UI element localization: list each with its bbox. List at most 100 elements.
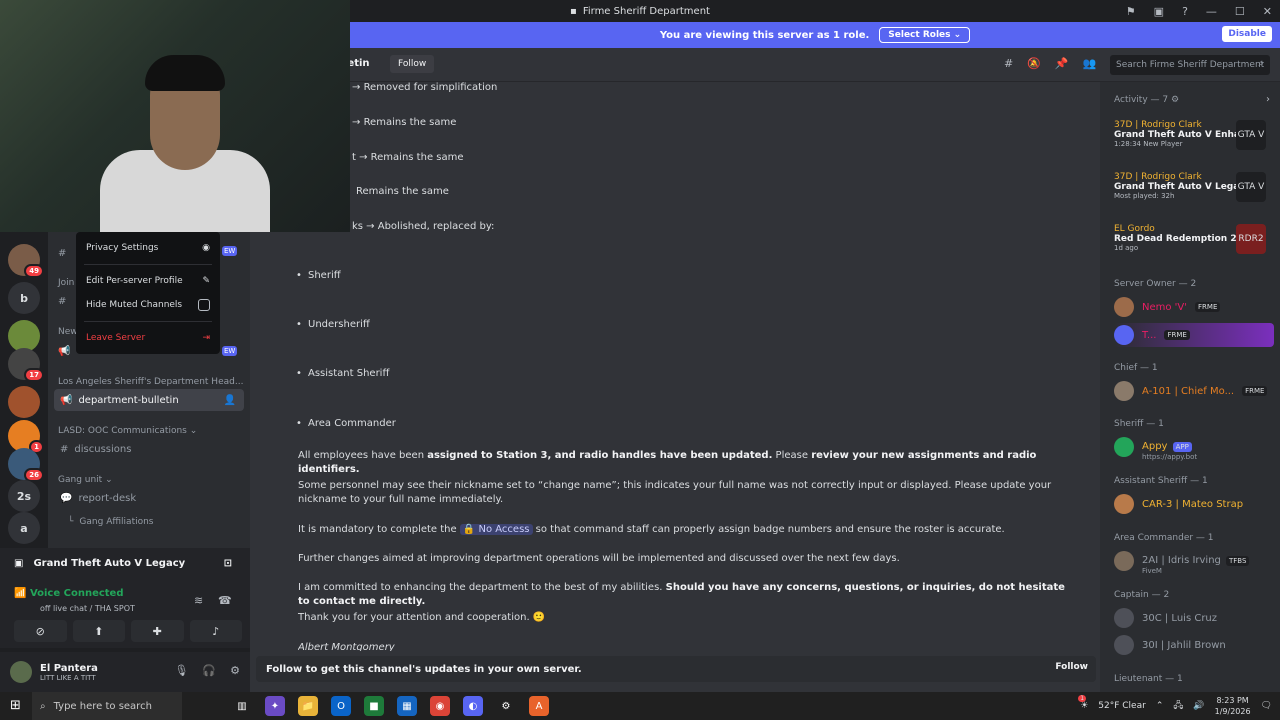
server-icon[interactable] [8,386,40,418]
avatar [1114,325,1134,345]
checkbox[interactable] [198,299,210,311]
task-view-icon[interactable]: ▥ [232,696,252,716]
close-button[interactable]: ✕ [1263,5,1272,18]
windows-start-icon[interactable]: ⊞ [10,698,21,713]
avatar[interactable] [10,661,32,683]
volume-icon[interactable]: 🔊 [1193,701,1204,711]
pin-icon[interactable]: 📌 [1055,57,1069,70]
avatar [1114,297,1134,317]
gear-icon[interactable]: ⚙ [230,664,240,677]
voice-connected[interactable]: 📶 Voice Connected [14,588,124,599]
minimize-button[interactable]: — [1206,5,1217,18]
channel-mention[interactable]: 🔒 No Access [459,524,533,535]
chevron-down-icon: ⌄ [953,30,962,40]
microphone-icon[interactable]: 🎙 [174,664,188,677]
server-icon[interactable]: a [8,512,40,544]
screen-share-button[interactable]: ⬆ [72,620,125,642]
message-paragraph: All employees have been assigned to Stat… [298,449,1078,477]
follow-bar-button[interactable]: Follow [1055,662,1088,672]
server-context-menu: Privacy Settings ◉ Edit Per-server Profil… [76,232,220,354]
member-item[interactable]: A-101 | Chief Mo... FRME [1114,379,1274,403]
weather-text[interactable]: 52°F Clear [1098,701,1146,711]
notification-icon[interactable]: 🗨 [1261,701,1272,711]
server-icon[interactable]: 17 [8,348,44,382]
add-member-icon[interactable]: 👤 [224,395,236,406]
select-roles-button[interactable]: Select Roles ⌄ [879,27,971,43]
disconnect-icon[interactable]: ☎ [218,594,232,607]
server-tag: FRME [1195,302,1221,312]
voice-location[interactable]: off live chat / THA SPOT [40,604,135,613]
inbox-icon[interactable]: ⚑ [1126,5,1136,18]
weather-icon[interactable]: ☀ 1 [1078,695,1088,711]
help-icon[interactable]: ? [1182,5,1188,18]
activity-icon[interactable]: ⊡ [224,558,232,569]
thread-gang-affiliations[interactable]: └ Gang Affiliations [54,511,244,533]
members-icon[interactable]: 👥 [1083,57,1097,70]
activity-card[interactable]: 37D | Rodrigo Clark Grand Theft Auto V L… [1114,172,1266,216]
channel-department-bulletin[interactable]: 📢 department-bulletin 👤 [54,389,244,411]
clock[interactable]: 8:23 PM 1/9/2026 [1215,695,1251,717]
channel-discussions[interactable]: # discussions [54,438,244,460]
chevron-right-icon[interactable]: › [1266,94,1270,105]
menu-privacy-settings[interactable]: Privacy Settings ◉ [76,236,220,260]
network-icon[interactable]: 🖧 [1173,698,1183,714]
noise-suppression-icon[interactable]: ≋ [194,594,203,607]
taskbar-search[interactable]: ⌕ Type here to search [32,692,182,720]
chrome-icon[interactable]: ◉ [430,696,450,716]
text: All employees have been [298,450,428,461]
calculator-icon[interactable]: ▦ [397,696,417,716]
outlook-icon[interactable]: O [331,696,351,716]
screen-icon[interactable]: ▣ [1154,5,1164,18]
menu-hide-muted[interactable]: Hide Muted Channels [76,293,220,317]
list-item: Undersheriff [296,319,370,330]
chevron-up-icon[interactable]: ⌃ [1156,701,1164,711]
xbox-icon[interactable]: ■ [364,696,384,716]
server-icon[interactable]: 49 [8,244,44,278]
copilot-icon[interactable]: ✦ [265,696,285,716]
windows-taskbar: ⊞ ⌕ Type here to search ▥ ✦ 📁 O ■ ▦ ◉ ◐ ⚙… [0,692,1280,720]
member-item[interactable]: Nemo 'V' FRME [1114,295,1274,319]
role-header: Area Commander — 1 [1114,533,1214,543]
megaphone-icon: 📢 [60,394,73,406]
text: Undersheriff [308,319,370,330]
menu-edit-profile[interactable]: Edit Per-server Profile ✎ [76,269,220,293]
server-icon[interactable]: 26 [8,448,44,482]
search-input[interactable]: Search Firme Sheriff Department ⌕ [1110,55,1270,75]
server-icon[interactable]: 2s [8,480,40,512]
discord-icon[interactable]: ◐ [463,696,483,716]
soundboard-button[interactable]: ♪ [189,620,242,642]
date: 1/9/2026 [1214,707,1251,716]
headphones-icon[interactable]: 🎧 [202,664,216,677]
category-gang-unit[interactable]: Gang unit ⌄ [58,475,113,485]
category-ooc[interactable]: LASD: OOC Communications ⌄ [58,426,197,436]
maximize-button[interactable]: ☐ [1235,5,1245,18]
file-explorer-icon[interactable]: 📁 [298,696,318,716]
member-item[interactable]: Appy APP https://appy.bot [1114,435,1274,461]
app-icon[interactable]: A [529,696,549,716]
member-item[interactable]: 30I | Jahlil Brown [1114,633,1274,657]
server-icon[interactable]: b [8,282,40,314]
avatar [1114,635,1134,655]
member-item[interactable]: 30C | Luis Cruz [1114,606,1274,630]
disable-button[interactable]: Disable [1222,26,1272,42]
category-label: Los Angeles Sheriff's Department Head... [58,377,244,387]
member-item[interactable]: CAR-3 | Mateo Strap [1114,492,1274,516]
camera-off-button[interactable]: ⊘ [14,620,67,642]
follow-button[interactable]: Follow [390,55,435,73]
menu-leave-server[interactable]: Leave Server ⇥ [76,326,220,350]
hash-icon: # [58,247,67,259]
member-name: A-101 | Chief Mo... [1142,385,1235,397]
activities-button[interactable]: ✚ [131,620,184,642]
mute-icon[interactable]: 🔕 [1027,57,1041,70]
activity-card[interactable]: 37D | Rodrigo Clark Grand Theft Auto V E… [1114,120,1266,164]
member-item[interactable]: T... FRME [1114,323,1274,347]
channel-label: department-bulletin [78,394,179,406]
channel-report-desk[interactable]: 💬 report-desk [54,487,244,509]
game-activity: ▣ Grand Theft Auto V Legacy ⊡ [0,548,250,578]
settings-icon[interactable]: ⚙ [496,696,516,716]
activity-header[interactable]: Activity — 7 ⚙ [1114,95,1179,105]
member-item[interactable]: 2AI | Idris Irving TFBS FiveM [1114,549,1274,575]
threads-icon[interactable]: # [1004,57,1013,70]
activity-card[interactable]: EL Gordo Red Dead Redemption 2 1d ago RD… [1114,224,1266,268]
message-paragraph: Further changes aimed at improving depar… [298,553,900,564]
